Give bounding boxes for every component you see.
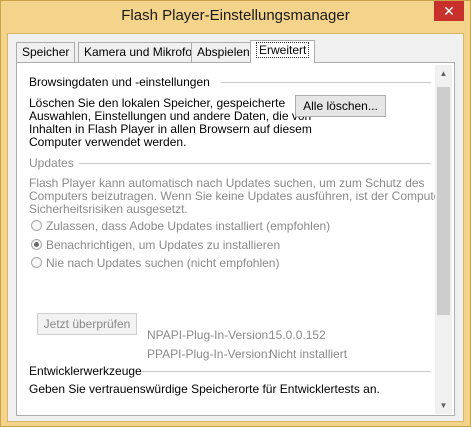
radio-notify-control[interactable] (31, 239, 42, 250)
title-bar[interactable]: Flash Player-Einstellungsmanager ✕ (1, 1, 470, 33)
window-title: Flash Player-Einstellungsmanager (121, 7, 350, 24)
close-icon: ✕ (443, 3, 455, 19)
scroll-down-arrow-icon[interactable]: ▼ (435, 397, 452, 414)
npapi-value: 15.0.0.152 (269, 328, 326, 342)
radio-notify[interactable]: Benachrichtigen, um Updates zu installie… (31, 238, 280, 252)
delete-all-button[interactable]: Alle löschen... (295, 95, 386, 117)
developer-divider (141, 371, 431, 372)
npapi-label: NPAPI-Plug-In-Version: (147, 328, 272, 342)
updates-desc-line-3: Sicherheitsrisiken ausgesetzt. (29, 202, 188, 216)
scrollbar-thumb[interactable] (437, 87, 450, 315)
check-now-button[interactable]: Jetzt überprüfen (37, 313, 137, 335)
browsing-desc-line-4: Computer verwendet werden. (29, 135, 187, 149)
ppapi-value: Nicht installiert (269, 347, 348, 361)
developer-desc: Geben Sie vertrauenswürdige Speicherorte… (29, 382, 380, 396)
scroll-up-arrow-icon[interactable]: ▲ (435, 65, 452, 82)
radio-never-check[interactable]: Nie nach Updates suchen (nicht empfohlen… (31, 256, 279, 270)
tab-speicher[interactable]: Speicher (16, 42, 76, 62)
browsing-heading: Browsingdaten und -einstellungen (29, 75, 210, 89)
radio-auto-install[interactable]: Zulassen, dass Adobe Updates installiert… (31, 219, 330, 233)
vertical-scrollbar[interactable]: ▲ ▼ (435, 65, 452, 414)
radio-never-check-control[interactable] (31, 257, 42, 268)
developer-heading: Entwicklerwerkzeuge (29, 364, 142, 378)
ppapi-label: PPAPI-Plug-In-Version: (147, 347, 271, 361)
advanced-panel: Browsingdaten und -einstellungen Löschen… (16, 62, 455, 416)
updates-divider (79, 163, 431, 164)
radio-auto-install-control[interactable] (31, 220, 42, 231)
settings-window: Flash Player-Einstellungsmanager ✕ Speic… (0, 0, 471, 427)
close-button[interactable]: ✕ (434, 1, 464, 21)
tab-abspielen[interactable]: Abspielen (191, 42, 256, 62)
dialog-body: Speicher Kamera und Mikrofon Abspielen E… (7, 33, 464, 422)
tab-erweitert[interactable]: Erweitert (250, 40, 316, 63)
tab-kamera-mikrofon[interactable]: Kamera und Mikrofon (78, 42, 205, 62)
updates-heading: Updates (29, 156, 74, 170)
browsing-divider (221, 82, 431, 83)
